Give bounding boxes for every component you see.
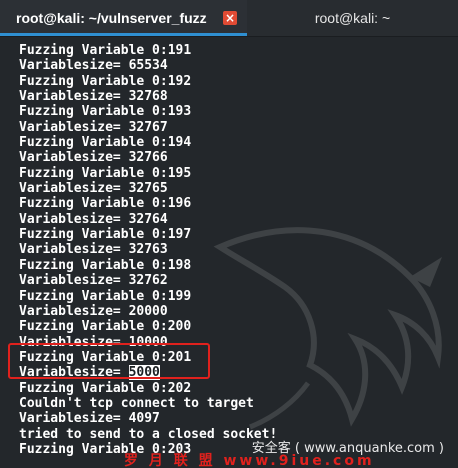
red-highlight-box: [8, 343, 210, 379]
terminal-line: tried to send to a closed socket!: [19, 426, 278, 442]
terminal-line: Variablesize= 32765: [19, 181, 168, 197]
tab-bar: root@kali: ~/vulnserver_fuzz × root@kali…: [0, 0, 458, 37]
terminal-line: Couldn't tcp connect to target: [19, 395, 254, 411]
tab-title: root@kali: ~: [314, 10, 391, 26]
terminal-line: Variablesize= 20000: [19, 303, 168, 319]
terminal-line: Fuzzing Variable 0:194: [19, 135, 192, 151]
terminal-line: Fuzzing Variable 0:191: [19, 43, 192, 58]
terminal-line: Variablesize= 32768: [19, 89, 168, 105]
terminal-line: Fuzzing Variable 0:196: [19, 196, 192, 212]
terminal-line: Fuzzing Variable 0:195: [19, 165, 192, 181]
terminal-line: Fuzzing Variable 0:192: [19, 73, 192, 89]
terminal-line: Variablesize= 32764: [19, 211, 168, 227]
terminal-line: Fuzzing Variable 0:198: [19, 257, 192, 273]
terminal-line: Fuzzing Variable 0:199: [19, 288, 192, 304]
terminal-line: Fuzzing Variable 0:200: [19, 319, 192, 335]
terminal-lines: Fuzzing Variable 0:191 Variablesize= 655…: [19, 43, 277, 457]
tab-vulnserver-fuzz[interactable]: root@kali: ~/vulnserver_fuzz ×: [0, 0, 247, 36]
terminal-line: Variablesize= 32766: [19, 150, 168, 166]
terminal-line: Variablesize= 32762: [19, 273, 168, 289]
terminal-window: root@kali: ~/vulnserver_fuzz × root@kali…: [0, 0, 458, 468]
terminal-line: Variablesize= 4097: [19, 411, 160, 427]
terminal-line: Fuzzing Variable 0:202: [19, 380, 192, 396]
terminal-line: Fuzzing Variable 0:193: [19, 104, 192, 120]
terminal-line: Variablesize= 65534: [19, 58, 168, 74]
terminal-output[interactable]: Fuzzing Variable 0:191 Variablesize= 655…: [0, 37, 458, 468]
close-icon[interactable]: ×: [223, 11, 237, 25]
terminal-line: Variablesize= 32767: [19, 119, 168, 135]
tab-root-home[interactable]: root@kali: ~: [247, 0, 458, 36]
tab-title: root@kali: ~/vulnserver_fuzz: [16, 10, 207, 26]
terminal-line: Variablesize= 32763: [19, 242, 168, 258]
watermark-union: 罗 月 联 盟 www.9iue.com: [124, 453, 375, 468]
terminal-line: Fuzzing Variable 0:197: [19, 227, 192, 243]
